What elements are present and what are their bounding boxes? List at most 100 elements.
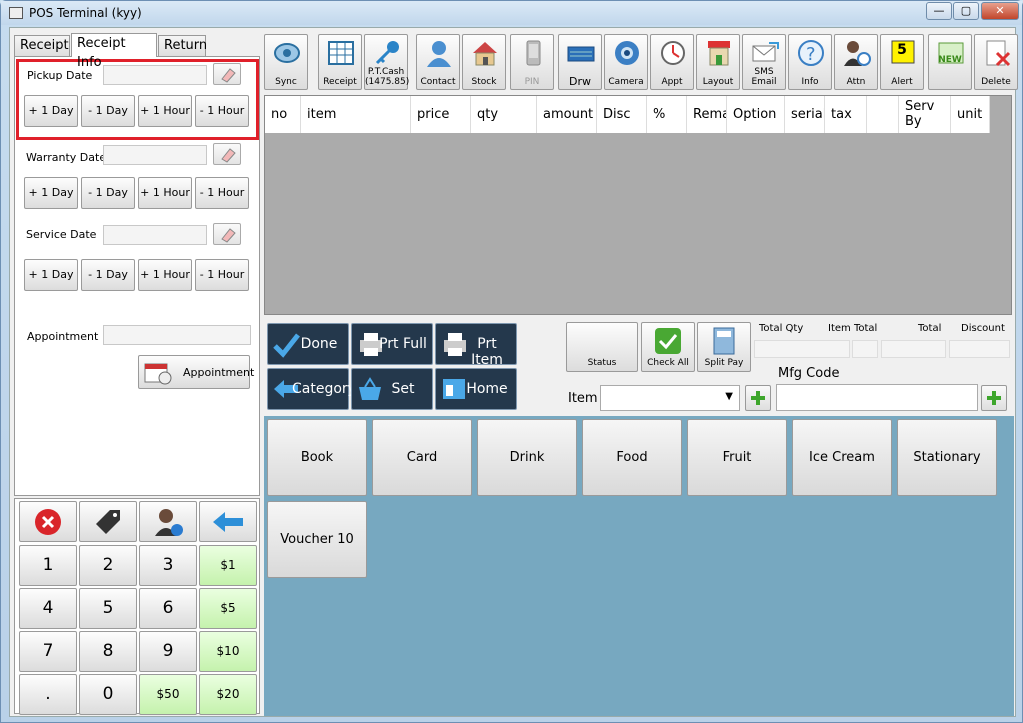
new-button[interactable]: NEW (928, 34, 972, 90)
warranty-minus-day-button[interactable]: - 1 Day (81, 177, 135, 209)
key-decimal[interactable]: . (19, 674, 77, 715)
info-button[interactable]: ? Info (788, 34, 832, 90)
col-remarks[interactable]: Remarks (687, 96, 727, 133)
col-serv-by[interactable]: Serv By (899, 96, 951, 133)
key-9[interactable]: 9 (139, 631, 197, 672)
category-card-button[interactable]: Card (372, 419, 472, 496)
key-6[interactable]: 6 (139, 588, 197, 629)
key-2[interactable]: 2 (79, 545, 137, 586)
tab-receipt[interactable]: Receipt (14, 35, 70, 56)
col-amount[interactable]: amount (537, 96, 597, 133)
col-unit[interactable]: unit (951, 96, 990, 133)
category-ice-cream-button[interactable]: Ice Cream (792, 419, 892, 496)
key-5[interactable]: 5 (79, 588, 137, 629)
service-plus-hour-button[interactable]: + 1 Hour (138, 259, 192, 291)
contact-button[interactable]: Contact (416, 34, 460, 90)
key-1[interactable]: 1 (19, 545, 77, 586)
category-drink-button[interactable]: Drink (477, 419, 577, 496)
set-button[interactable]: Set (351, 368, 433, 410)
col-option[interactable]: Option (727, 96, 785, 133)
home-button[interactable]: Home (435, 368, 517, 410)
clear-service-date-button[interactable] (213, 223, 241, 245)
appt-button[interactable]: Appt (650, 34, 694, 90)
service-plus-day-button[interactable]: + 1 Day (24, 259, 78, 291)
sms-email-button[interactable]: SMS Email (742, 34, 786, 90)
warranty-minus-hour-button[interactable]: - 1 Hour (195, 177, 249, 209)
backspace-button[interactable] (199, 501, 257, 542)
col-percent[interactable]: % (647, 96, 687, 133)
warranty-plus-day-button[interactable]: + 1 Day (24, 177, 78, 209)
key-7[interactable]: 7 (19, 631, 77, 672)
delete-label: Delete (981, 77, 1011, 87)
category-voucher-button[interactable]: Voucher 10 (267, 501, 367, 578)
key-icon (375, 41, 399, 65)
cash-5-button[interactable]: $5 (199, 588, 257, 629)
price-tag-button[interactable] (79, 501, 137, 542)
key-0[interactable]: 0 (79, 674, 137, 715)
receipt-button[interactable]: Receipt (318, 34, 362, 90)
mfg-code-input[interactable] (776, 384, 978, 411)
col-item[interactable]: item (301, 96, 411, 133)
service-minus-hour-button[interactable]: - 1 Hour (195, 259, 249, 291)
check-all-button[interactable]: Check All (641, 322, 695, 372)
col-serial[interactable]: serial (785, 96, 825, 133)
key-8[interactable]: 8 (79, 631, 137, 672)
done-button[interactable]: Done (267, 323, 349, 365)
stock-button[interactable]: Stock (462, 34, 506, 90)
item-select[interactable]: ▼ (600, 385, 740, 411)
pin-button[interactable]: PIN (510, 34, 554, 90)
cash-50-button[interactable]: $50 (139, 674, 197, 715)
tab-return[interactable]: Return (158, 35, 207, 56)
maximize-button[interactable]: ▢ (953, 2, 979, 20)
category-area: Book Card Drink Food Fruit Ice Cream Sta… (264, 416, 1014, 716)
status-label: Status (587, 358, 617, 368)
appointment-field[interactable] (103, 325, 251, 345)
col-disc[interactable]: Disc (597, 96, 647, 133)
category-food-button[interactable]: Food (582, 419, 682, 496)
col-blank[interactable] (867, 96, 899, 133)
col-no[interactable]: no (265, 96, 301, 133)
category-stationary-button[interactable]: Stationary (897, 419, 997, 496)
warranty-plus-hour-button[interactable]: + 1 Hour (138, 177, 192, 209)
col-price[interactable]: price (411, 96, 471, 133)
cash-10-button[interactable]: $10 (199, 631, 257, 672)
cancel-button[interactable] (19, 501, 77, 542)
print-full-button[interactable]: Prt Full (351, 323, 433, 365)
customer-info-button[interactable] (139, 501, 197, 542)
close-button[interactable]: ✕ (981, 2, 1019, 20)
appointment-button[interactable]: Appointment (138, 355, 254, 389)
camera-button[interactable]: Camera (604, 34, 648, 90)
alert-button[interactable]: 5 Alert (880, 34, 924, 90)
clear-warranty-date-button[interactable] (213, 143, 241, 165)
cash-1-button[interactable]: $1 (199, 545, 257, 586)
sync-button[interactable]: Sync (264, 34, 308, 90)
petty-cash-button[interactable]: P.T.Cash (1475.85) (364, 34, 409, 90)
add-item-button[interactable] (745, 385, 771, 411)
category-button[interactable]: Category (267, 368, 356, 410)
col-qty[interactable]: qty (471, 96, 537, 133)
cash-20-button[interactable]: $20 (199, 674, 257, 715)
add-mfg-code-button[interactable] (981, 385, 1007, 411)
col-tax[interactable]: tax (825, 96, 867, 133)
service-minus-day-button[interactable]: - 1 Day (81, 259, 135, 291)
print-item-button[interactable]: Prt Item (435, 323, 517, 368)
minimize-button[interactable]: — (926, 2, 952, 20)
key-4[interactable]: 4 (19, 588, 77, 629)
mfg-code-label: Mfg Code (778, 366, 840, 381)
warranty-date-field[interactable] (103, 145, 207, 165)
service-date-field[interactable] (103, 225, 207, 245)
contact-label: Contact (420, 77, 456, 87)
split-pay-button[interactable]: Split Pay (697, 322, 751, 372)
attendance-button[interactable]: Attn (834, 34, 878, 90)
category-book-button[interactable]: Book (267, 419, 367, 496)
pickup-highlight-box (16, 59, 259, 140)
delete-button[interactable]: Delete (974, 34, 1018, 90)
receipt-items-grid[interactable]: no item price qty amount Disc % Remarks … (264, 95, 1012, 315)
status-button[interactable]: Status (566, 322, 638, 372)
sms-email-label: SMS Email (751, 67, 777, 87)
tab-receipt-info[interactable]: Receipt Info (71, 33, 157, 70)
key-3[interactable]: 3 (139, 545, 197, 586)
layout-button[interactable]: Layout (696, 34, 740, 90)
drawer-button[interactable]: Drw (558, 34, 602, 90)
category-fruit-button[interactable]: Fruit (687, 419, 787, 496)
